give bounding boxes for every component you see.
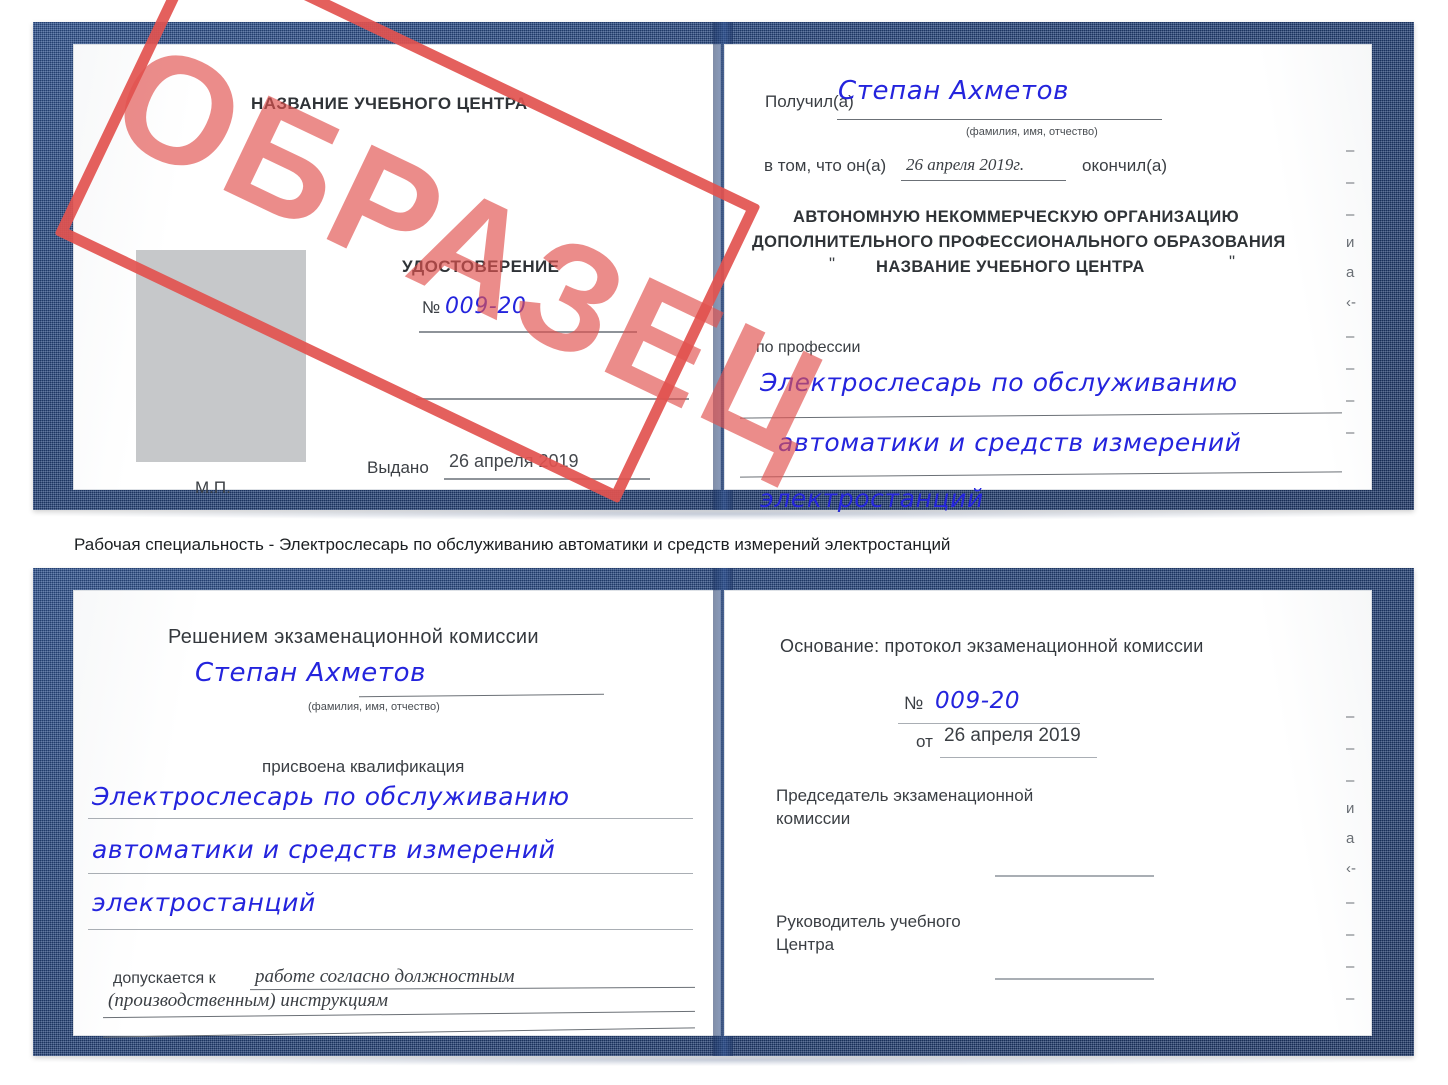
graduated-label: окончил(а)	[1082, 156, 1167, 175]
protocol-number-value: 009-20	[935, 688, 1021, 714]
number-label: №	[422, 298, 441, 317]
certificate-two-book: Решением экзаменационной комиссии Степан…	[33, 568, 1414, 1066]
org-line-3: НАЗВАНИЕ УЧЕБНОГО ЦЕНТРА	[876, 258, 1145, 276]
basis-label: Основание: протокол экзаменационной коми…	[780, 636, 1204, 656]
head-line-2: Центра	[776, 935, 835, 954]
certificate-one-right-page: Получил(а) Степан Ахметов (фамилия, имя,…	[724, 44, 1372, 513]
edge-glyph: –	[1346, 142, 1355, 159]
in-that-value: 26 апреля 2019г.	[906, 155, 1025, 174]
admitted-value-1: работе согласно должностным	[255, 966, 515, 987]
caption-text: Рабочая специальность - Электрослесарь п…	[74, 535, 951, 554]
certificate-two-left-page: Решением экзаменационной комиссии Степан…	[73, 590, 721, 1038]
org-title-left: НАЗВАНИЕ УЧЕБНОГО ЦЕНТРА	[251, 94, 528, 113]
edge-glyph: –	[1346, 392, 1355, 409]
doc-title: УДОСТОВЕРЕНИЕ	[402, 257, 560, 276]
chairman-line-1: Председатель экзаменационной	[776, 786, 1034, 805]
qualification-line-1: Электрослесарь по обслуживанию	[92, 782, 570, 811]
photo-placeholder	[136, 250, 306, 462]
qualification-label: присвоена квалификация	[262, 757, 465, 776]
number-rule	[419, 331, 637, 333]
edge-glyph: ‹-	[1346, 294, 1356, 311]
issued-label: Выдано	[367, 458, 429, 477]
edge-glyph: –	[1346, 772, 1355, 789]
edge-glyph: –	[1346, 894, 1355, 911]
profession-line-2: автоматики и средств измерений	[778, 428, 1242, 457]
protocol-number-label: №	[904, 693, 924, 713]
seal-label: М.П.	[195, 478, 231, 497]
edge-glyph: –	[1346, 958, 1355, 975]
edge-glyph: –	[1346, 206, 1355, 223]
certificate-one-book: НАЗВАНИЕ УЧЕБНОГО ЦЕНТРА УДОСТОВЕРЕНИЕ №…	[33, 22, 1414, 520]
qualification-line-2: автоматики и средств измерений	[92, 835, 556, 864]
edge-glyph: а	[1346, 830, 1355, 847]
chairman-line-2: комиссии	[776, 809, 851, 828]
certificate-one-left-page: НАЗВАНИЕ УЧЕБНОГО ЦЕНТРА УДОСТОВЕРЕНИЕ №…	[73, 44, 721, 497]
number-value: 009-20	[445, 294, 527, 319]
name-rule-two	[359, 693, 604, 698]
edge-glyph: –	[1346, 328, 1355, 345]
qualification-rule-3	[88, 929, 693, 931]
name-hint-one: (фамилия, имя, отчество)	[966, 126, 1098, 138]
edge-glyph: –	[1346, 360, 1355, 377]
org-quote-close: "	[1229, 252, 1236, 271]
issued-rule	[444, 478, 650, 480]
edge-glyph: –	[1346, 990, 1355, 1007]
profession-rule-1	[740, 412, 1342, 419]
org-line-1: АВТОНОМНУЮ НЕКОММЕРЧЕСКУЮ ОРГАНИЗАЦИЮ	[793, 208, 1239, 226]
edge-glyph: –	[1346, 424, 1355, 441]
blank-rule-1	[416, 398, 689, 400]
profession-line-1: Электрослесарь по обслуживанию	[760, 368, 1238, 397]
edge-glyph: –	[1346, 708, 1355, 725]
received-rule	[837, 119, 1162, 120]
qualification-rule-2	[88, 873, 693, 875]
name-value-two: Степан Ахметов	[195, 658, 427, 688]
edge-glyph: ‹-	[1346, 860, 1356, 877]
edge-glyph: –	[1346, 740, 1355, 757]
received-value: Степан Ахметов	[838, 76, 1070, 106]
chairman-signature-rule	[995, 875, 1154, 877]
protocol-date-label: от	[916, 732, 933, 751]
org-quote-open: "	[829, 254, 836, 273]
head-line-1: Руководитель учебного	[776, 912, 961, 931]
edge-glyph: а	[1346, 264, 1355, 281]
edge-glyph: –	[1346, 174, 1355, 191]
admitted-label: допускается к	[113, 970, 216, 987]
admitted-value-2: (производственным) инструкциям	[108, 990, 388, 1011]
admitted-rule-3	[103, 1027, 695, 1038]
qualification-rule-1	[88, 818, 693, 820]
head-signature-rule	[995, 978, 1154, 980]
protocol-date-rule	[940, 757, 1097, 759]
qualification-line-3: электростанций	[92, 888, 316, 917]
name-hint-two: (фамилия, имя, отчество)	[308, 701, 440, 713]
profession-line-3: электростанций	[760, 484, 984, 513]
profession-rule-2	[740, 471, 1342, 478]
edge-glyph: и	[1346, 234, 1355, 251]
org-line-2: ДОПОЛНИТЕЛЬНОГО ПРОФЕССИОНАЛЬНОГО ОБРАЗО…	[752, 233, 1286, 251]
protocol-date-value: 26 апреля 2019	[944, 725, 1081, 746]
edge-glyph: –	[1346, 926, 1355, 943]
edge-glyph: и	[1346, 800, 1355, 817]
commission-title: Решением экзаменационной комиссии	[168, 626, 539, 648]
issued-value: 26 апреля 2019	[449, 451, 579, 471]
in-that-label: в том, что он(а)	[764, 156, 887, 175]
profession-label: по профессии	[756, 339, 861, 356]
in-that-rule	[901, 180, 1066, 181]
certificate-two-right-page: Основание: протокол экзаменационной коми…	[724, 590, 1372, 1036]
